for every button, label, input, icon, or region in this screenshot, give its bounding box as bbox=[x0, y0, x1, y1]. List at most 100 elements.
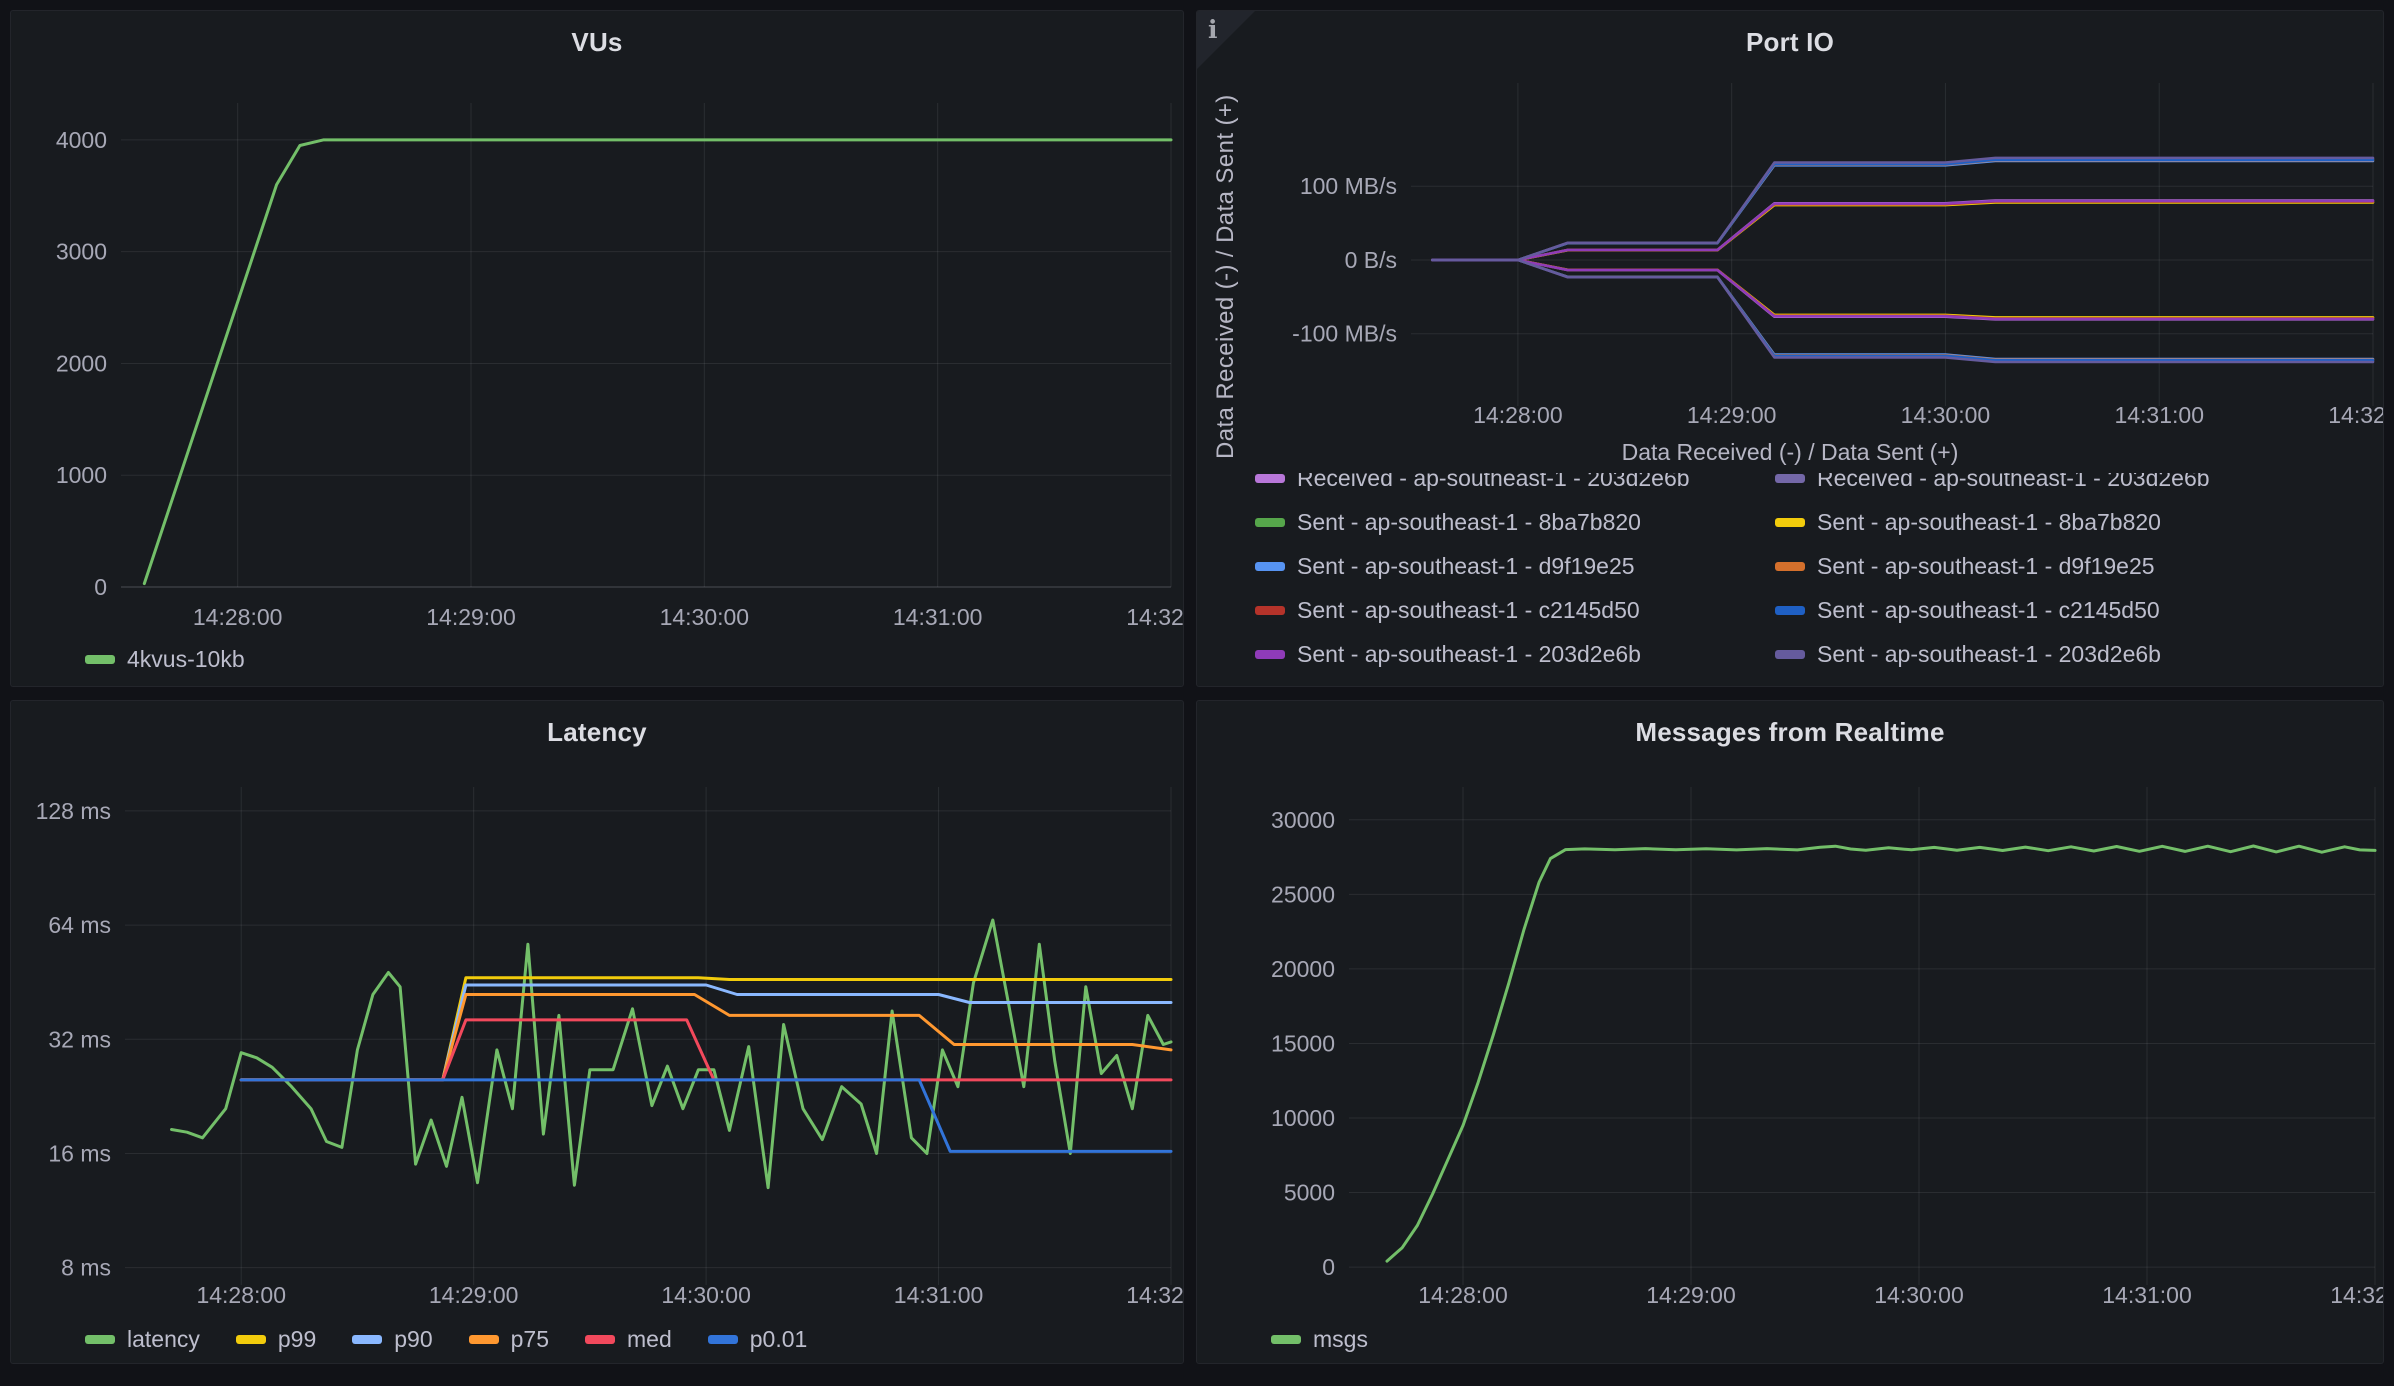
legend-item[interactable]: Sent - ap-southeast-1 - 203d2e6b bbox=[1775, 640, 2367, 669]
x-tick-label: 14:30:00 bbox=[1901, 402, 1991, 428]
legend-item[interactable]: Sent - ap-southeast-1 - d9f19e25 bbox=[1775, 552, 2367, 581]
legend-label: Sent - ap-southeast-1 - c2145d50 bbox=[1297, 597, 1640, 624]
x-tick-label: 14:29:00 bbox=[1687, 402, 1777, 428]
legend-label: msgs bbox=[1313, 1326, 1368, 1353]
panel-title[interactable]: Messages from Realtime bbox=[1197, 717, 2383, 748]
x-tick-label: 14:29:00 bbox=[429, 1282, 519, 1308]
y-tick-label: -100 MB/s bbox=[1292, 321, 1397, 347]
legend-item[interactable]: p0.01 bbox=[708, 1325, 808, 1354]
y-tick-label: 1000 bbox=[56, 462, 107, 488]
legend-label: Received - ap-southeast-1 - 203d2e6b bbox=[1817, 473, 2210, 492]
legend-item[interactable]: med bbox=[585, 1325, 672, 1354]
legend-swatch-icon bbox=[1775, 650, 1805, 659]
panel-title[interactable]: VUs bbox=[11, 27, 1183, 58]
series-Sent - ap-southeast-1 - d9f19e25 bbox=[1432, 160, 2373, 260]
y-tick-label: 128 ms bbox=[36, 798, 111, 824]
y-tick-label: 0 bbox=[94, 574, 107, 600]
legend-label: Sent - ap-southeast-1 - d9f19e25 bbox=[1817, 553, 2155, 580]
legend-item[interactable]: Sent - ap-southeast-1 - 203d2e6b bbox=[1255, 640, 1775, 669]
series-Sent - ap-southeast-1 - d9f19e25 bbox=[1432, 161, 2373, 260]
series-Received - ap-southeast-1 - 203d2e6b bbox=[1432, 260, 2373, 361]
y-axis-label: Data Received (-) / Data Sent (+) bbox=[1212, 94, 1239, 459]
legend-swatch-icon bbox=[1255, 562, 1285, 571]
legend-item[interactable]: msgs bbox=[1271, 1325, 1368, 1354]
y-tick-label: 0 B/s bbox=[1345, 247, 1397, 273]
latency-chart[interactable]: 14:28:0014:29:0014:30:0014:31:0014:32:00… bbox=[11, 701, 1184, 1364]
legend-item[interactable]: Sent - ap-southeast-1 - c2145d50 bbox=[1255, 596, 1775, 625]
panel-info-corner bbox=[1197, 11, 1255, 69]
x-tick-label: 14:30:00 bbox=[1874, 1282, 1964, 1308]
legend-item[interactable]: Sent - ap-southeast-1 - d9f19e25 bbox=[1255, 552, 1775, 581]
legend-swatch-icon bbox=[85, 1335, 115, 1344]
panel-latency: Latency 14:28:0014:29:0014:30:0014:31:00… bbox=[10, 700, 1184, 1364]
series-Sent - ap-southeast-1 - 203d2e6b bbox=[1432, 260, 2373, 319]
panel-title[interactable]: Port IO bbox=[1197, 27, 2383, 58]
series-4kvus-10kb bbox=[144, 140, 1171, 584]
vus-chart[interactable]: 14:28:0014:29:0014:30:0014:31:0014:32:00… bbox=[11, 11, 1184, 687]
legend-label: p0.01 bbox=[750, 1326, 808, 1353]
y-tick-label: 15000 bbox=[1271, 1030, 1335, 1056]
legend-item[interactable]: Sent - ap-southeast-1 - 8ba7b820 bbox=[1255, 508, 1775, 537]
series-Sent - ap-southeast-1 - c2145d50 bbox=[1432, 260, 2373, 360]
legend-label: Sent - ap-southeast-1 - d9f19e25 bbox=[1297, 553, 1635, 580]
legend-label: Sent - ap-southeast-1 - 8ba7b820 bbox=[1297, 509, 1641, 536]
legend-item[interactable]: Sent - ap-southeast-1 - c2145d50 bbox=[1775, 596, 2367, 625]
legend-swatch-icon bbox=[1775, 474, 1805, 483]
legend-swatch-icon bbox=[1271, 1335, 1301, 1344]
x-tick-label: 14:32:00 bbox=[2330, 1282, 2384, 1308]
panel-title[interactable]: Latency bbox=[11, 717, 1183, 748]
legend-item[interactable]: Sent - ap-southeast-1 - 8ba7b820 bbox=[1775, 508, 2367, 537]
legend-swatch-icon bbox=[236, 1335, 266, 1344]
series-Sent - ap-southeast-1 - 203d2e6b bbox=[1432, 201, 2373, 260]
series-Sent - ap-southeast-1 - d9f19e25 bbox=[1432, 260, 2373, 359]
y-tick-label: 20000 bbox=[1271, 956, 1335, 982]
series-latency bbox=[172, 920, 1172, 1188]
x-tick-label: 14:31:00 bbox=[893, 604, 983, 630]
legend-item[interactable]: p90 bbox=[352, 1325, 432, 1354]
messages-chart[interactable]: 14:28:0014:29:0014:30:0014:31:0014:32:00… bbox=[1197, 701, 2384, 1364]
legend-item[interactable]: Received - ap-southeast-1 - 203d2e6b bbox=[1775, 473, 2367, 493]
series-Sent - ap-southeast-1 - d9f19e25 bbox=[1432, 260, 2373, 360]
legend-label: p99 bbox=[278, 1326, 316, 1353]
legend-label: p75 bbox=[511, 1326, 549, 1353]
y-tick-label: 30000 bbox=[1271, 807, 1335, 833]
x-tick-label: 14:28:00 bbox=[196, 1282, 286, 1308]
series-Received - ap-southeast-1 - 203d2e6b bbox=[1432, 159, 2373, 260]
legend-item[interactable]: p75 bbox=[469, 1325, 549, 1354]
series-Sent - ap-southeast-1 - 8ba7b820 bbox=[1432, 260, 2373, 317]
y-tick-label: 8 ms bbox=[61, 1255, 111, 1281]
x-tick-label: 14:32:00 bbox=[2328, 402, 2384, 428]
legend-item[interactable]: latency bbox=[85, 1325, 200, 1354]
legend-scroll-area[interactable]: Received - ap-southeast-1 - 203d2e6b Rece… bbox=[1255, 473, 2367, 683]
y-tick-label: 100 MB/s bbox=[1300, 173, 1397, 199]
legend-swatch-icon bbox=[1775, 606, 1805, 615]
legend-label: Sent - ap-southeast-1 - 8ba7b820 bbox=[1817, 509, 2161, 536]
x-tick-label: 14:29:00 bbox=[426, 604, 516, 630]
x-tick-label: 14:31:00 bbox=[2102, 1282, 2192, 1308]
legend-swatch-icon bbox=[1255, 518, 1285, 527]
legend-label: Sent - ap-southeast-1 - 203d2e6b bbox=[1817, 641, 2161, 668]
legend-swatch-icon bbox=[1775, 518, 1805, 527]
x-tick-label: 14:30:00 bbox=[661, 1282, 751, 1308]
dashboard: VUs 14:28:00 14:29:00 14:30:00 14:31:00 14:3… bbox=[0, 0, 2394, 1386]
legend-label: p90 bbox=[394, 1326, 432, 1353]
legend-swatch-icon bbox=[1255, 606, 1285, 615]
legend-swatch-icon bbox=[585, 1335, 615, 1344]
x-tick-label: 14:28:00 bbox=[1473, 402, 1563, 428]
series-Sent - ap-southeast-1 - 203d2e6b bbox=[1432, 158, 2373, 260]
legend-label: Sent - ap-southeast-1 - c2145d50 bbox=[1817, 597, 2160, 624]
legend-item[interactable]: 4kvus-10kb bbox=[85, 645, 245, 674]
y-tick-label: 5000 bbox=[1284, 1180, 1335, 1206]
legend-item[interactable]: p99 bbox=[236, 1325, 316, 1354]
x-tick-label: 14:31:00 bbox=[2114, 402, 2204, 428]
x-tick-label: 14:28:00 bbox=[1418, 1282, 1508, 1308]
panel-port-io: i Port IO 14:28:00 14:29:00 14:30:00 14:31:… bbox=[1196, 10, 2384, 687]
legend-item[interactable]: Received - ap-southeast-1 - 203d2e6b bbox=[1255, 473, 1775, 493]
info-icon[interactable]: i bbox=[1208, 15, 1218, 44]
y-tick-label: 10000 bbox=[1271, 1105, 1335, 1131]
legend-label: Received - ap-southeast-1 - 203d2e6b bbox=[1297, 473, 1690, 492]
x-tick-label: 14:30:00 bbox=[660, 604, 750, 630]
y-tick-label: 3000 bbox=[56, 239, 107, 265]
legend-swatch-icon bbox=[1255, 474, 1285, 483]
legend-label: latency bbox=[127, 1326, 200, 1353]
